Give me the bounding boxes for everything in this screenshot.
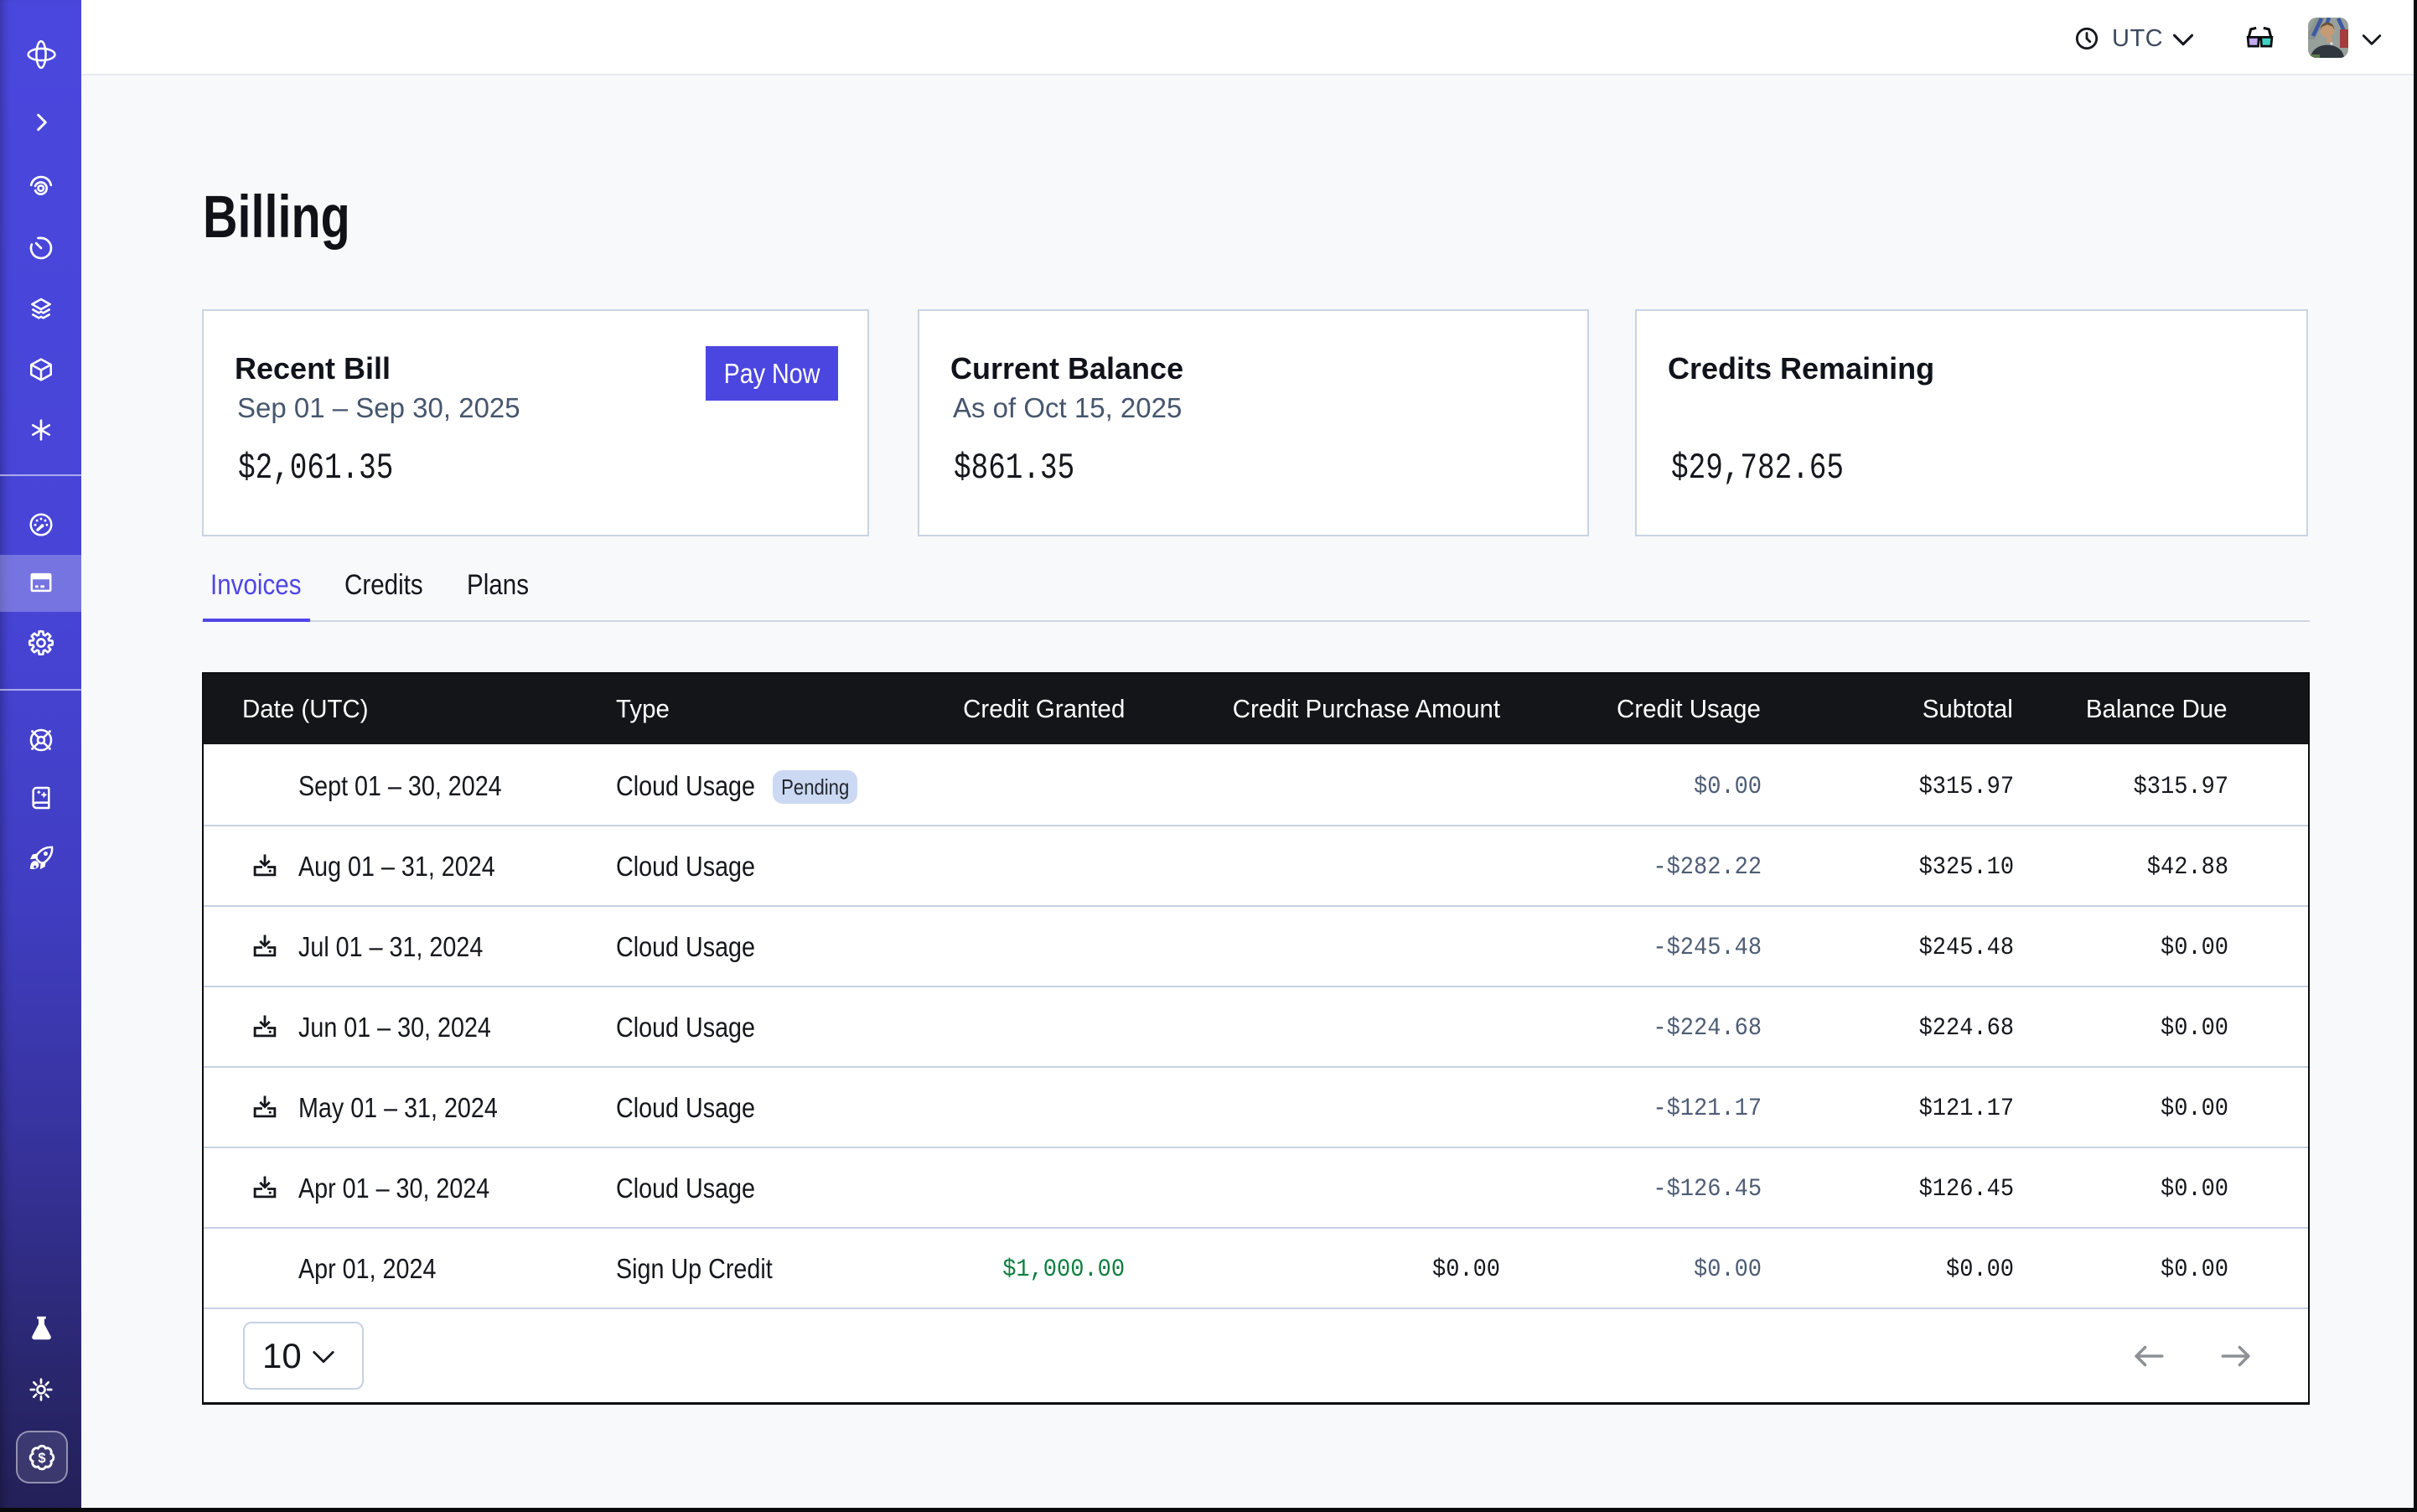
svg-text:$: $	[38, 1450, 45, 1466]
